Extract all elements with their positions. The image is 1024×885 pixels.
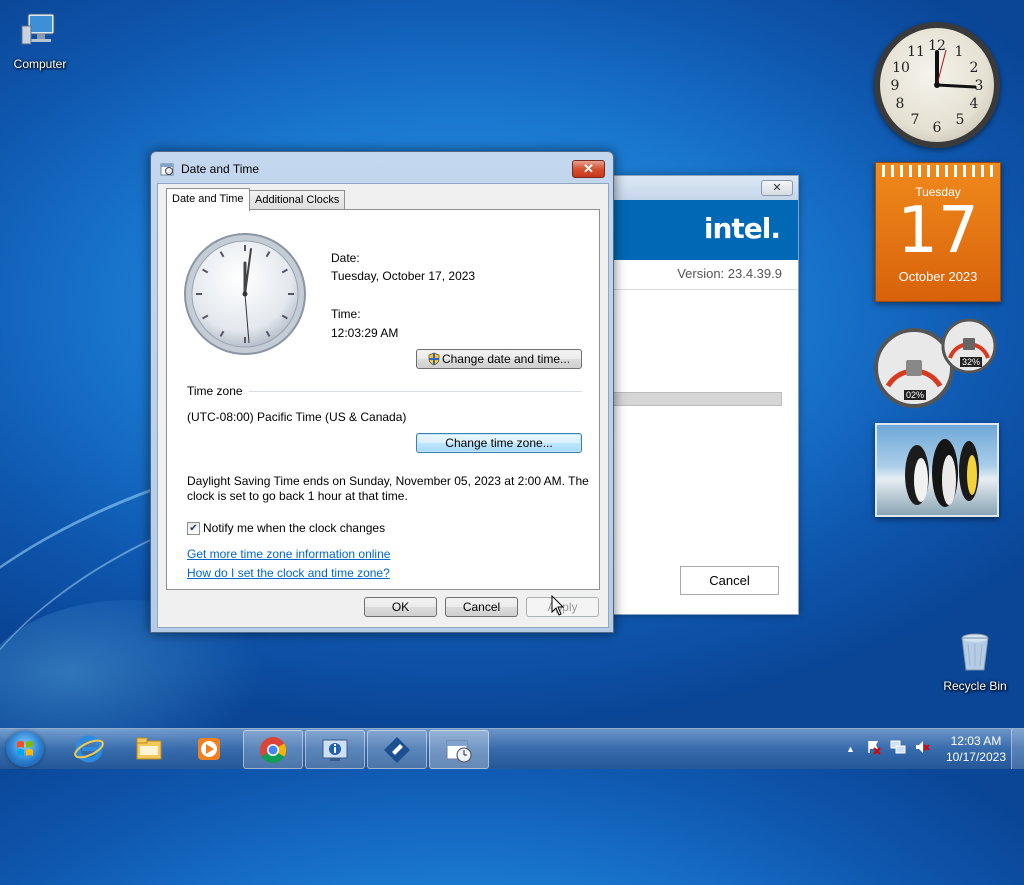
time-label: Time: bbox=[331, 307, 361, 321]
analog-clock-icon bbox=[184, 233, 306, 355]
taskbar-windows-explorer[interactable] bbox=[120, 730, 178, 767]
svg-text:1: 1 bbox=[955, 44, 964, 60]
svg-text:6: 6 bbox=[933, 120, 942, 136]
svg-text:8: 8 bbox=[896, 96, 905, 112]
timezone-heading: Time zone bbox=[187, 384, 243, 398]
intel-banner: intel. bbox=[613, 200, 798, 260]
date-time-icon bbox=[160, 163, 174, 176]
taskbar-media-player[interactable] bbox=[180, 730, 238, 767]
volume-muted-icon[interactable] bbox=[914, 739, 930, 755]
calendar-clock-icon bbox=[446, 740, 472, 763]
tab-additional-clocks[interactable]: Additional Clocks bbox=[249, 190, 346, 210]
start-button[interactable] bbox=[6, 731, 44, 767]
dst-info-line2: clock is set to go back 1 hour at that t… bbox=[187, 489, 408, 503]
dialog-title: Date and Time bbox=[181, 162, 260, 176]
folder-icon bbox=[136, 737, 162, 760]
dialog-body: Date and Time Additional Clocks Date: Tu… bbox=[157, 183, 609, 628]
chrome-icon bbox=[260, 737, 287, 764]
change-date-time-button[interactable]: Change date and time... bbox=[416, 349, 582, 369]
action-center-flag-icon[interactable] bbox=[866, 739, 882, 755]
show-hidden-icons-button[interactable]: ▲ bbox=[846, 744, 855, 754]
system-clock[interactable]: 12:03 AM 10/17/2023 bbox=[946, 733, 1006, 765]
desktop-icon-recycle-bin[interactable]: Recycle Bin bbox=[935, 630, 1015, 693]
cpu-meter-gadget[interactable]: 02% 32% bbox=[874, 316, 1000, 412]
calendar-gadget[interactable]: Tuesday 17 October 2023 bbox=[875, 162, 1001, 302]
intel-logo: intel. bbox=[703, 212, 781, 245]
change-date-time-label: Change date and time... bbox=[441, 352, 571, 366]
clock-date: 10/17/2023 bbox=[945, 750, 1006, 764]
clock-gadget[interactable]: 12 1 2 345 678 9 10 11 bbox=[874, 22, 1000, 148]
svg-text:10: 10 bbox=[892, 60, 910, 76]
internet-explorer-icon bbox=[74, 735, 104, 763]
date-label: Date: bbox=[331, 251, 360, 265]
change-time-zone-button[interactable]: Change time zone... bbox=[416, 433, 582, 453]
clock-face-icon: 12 12 345 678 91011 bbox=[891, 38, 984, 136]
taskbar-date-and-time[interactable] bbox=[429, 730, 489, 769]
calendar-day: 17 bbox=[897, 194, 979, 268]
intel-titlebar: ✕ bbox=[613, 176, 798, 200]
dst-info-line1: Daylight Saving Time ends on Sunday, Nov… bbox=[187, 474, 589, 488]
taskbar-intel-graphics[interactable] bbox=[367, 730, 427, 769]
computer-icon bbox=[21, 13, 55, 45]
media-player-icon bbox=[198, 738, 220, 760]
tab-panel: Date: Tuesday, October 17, 2023 Time: 12… bbox=[166, 209, 600, 590]
help-link[interactable]: How do I set the clock and time zone? bbox=[187, 566, 390, 580]
penguins-photo-icon bbox=[905, 439, 979, 507]
notify-checkbox[interactable]: ✔ bbox=[187, 522, 200, 535]
taskbar-chrome[interactable] bbox=[243, 730, 303, 769]
calendar-rings bbox=[882, 165, 994, 177]
date-time-dialog: Date and Time ✕ Date and Time Additional… bbox=[150, 151, 614, 633]
intel-version: Version: 23.4.39.9 bbox=[677, 266, 782, 281]
cpu-percent: 02% bbox=[904, 390, 927, 400]
intel-cancel-button[interactable]: Cancel bbox=[680, 566, 779, 595]
timezone-value: (UTC-08:00) Pacific Time (US & Canada) bbox=[187, 410, 407, 424]
date-value: Tuesday, October 17, 2023 bbox=[331, 269, 476, 283]
ok-button[interactable]: OK bbox=[364, 597, 437, 617]
memory-percent: 32% bbox=[960, 357, 983, 367]
calendar-month: October 2023 bbox=[898, 269, 978, 284]
svg-text:5: 5 bbox=[956, 112, 965, 128]
svg-text:2: 2 bbox=[970, 60, 979, 76]
tab-date-and-time[interactable]: Date and Time bbox=[166, 188, 250, 211]
close-button[interactable]: ✕ bbox=[572, 160, 605, 178]
intel-info-icon bbox=[322, 739, 348, 761]
time-value: 12:03:29 AM bbox=[331, 326, 399, 340]
taskbar: ▲ 12:03 AM 10/17/2023 bbox=[0, 728, 1024, 769]
slideshow-gadget[interactable] bbox=[875, 423, 999, 517]
clock-time: 12:03 AM bbox=[950, 734, 1002, 748]
svg-text:9: 9 bbox=[891, 78, 900, 94]
cancel-button[interactable]: Cancel bbox=[445, 597, 518, 617]
desktop-icon-label: Computer bbox=[13, 57, 67, 71]
desktop-icon-computer[interactable]: Computer bbox=[0, 8, 80, 71]
groupbox-divider bbox=[249, 391, 582, 392]
notify-label[interactable]: Notify me when the clock changes bbox=[203, 521, 385, 535]
taskbar-internet-explorer[interactable] bbox=[60, 730, 118, 767]
svg-text:11: 11 bbox=[907, 44, 925, 60]
uac-shield-icon bbox=[428, 352, 440, 366]
show-desktop-button[interactable] bbox=[1011, 729, 1024, 769]
divider bbox=[613, 289, 798, 290]
intel-graphics-icon bbox=[384, 737, 410, 763]
network-icon[interactable] bbox=[890, 739, 906, 755]
svg-text:7: 7 bbox=[911, 112, 920, 128]
time-zone-info-link[interactable]: Get more time zone information online bbox=[187, 547, 390, 561]
mouse-cursor-icon bbox=[551, 595, 565, 616]
notification-area: ▲ bbox=[846, 740, 930, 755]
desktop-icon-label: Recycle Bin bbox=[943, 679, 1007, 693]
intel-progress-bar bbox=[613, 392, 782, 406]
windows-logo-icon bbox=[17, 741, 33, 756]
recycle-bin-icon bbox=[961, 633, 989, 671]
taskbar-intel-driver-assistant[interactable] bbox=[305, 730, 365, 769]
intel-installer-window: ✕ intel. Version: 23.4.39.9 Cancel bbox=[612, 175, 799, 615]
svg-text:4: 4 bbox=[970, 96, 979, 112]
intel-close-button[interactable]: ✕ bbox=[761, 180, 793, 196]
